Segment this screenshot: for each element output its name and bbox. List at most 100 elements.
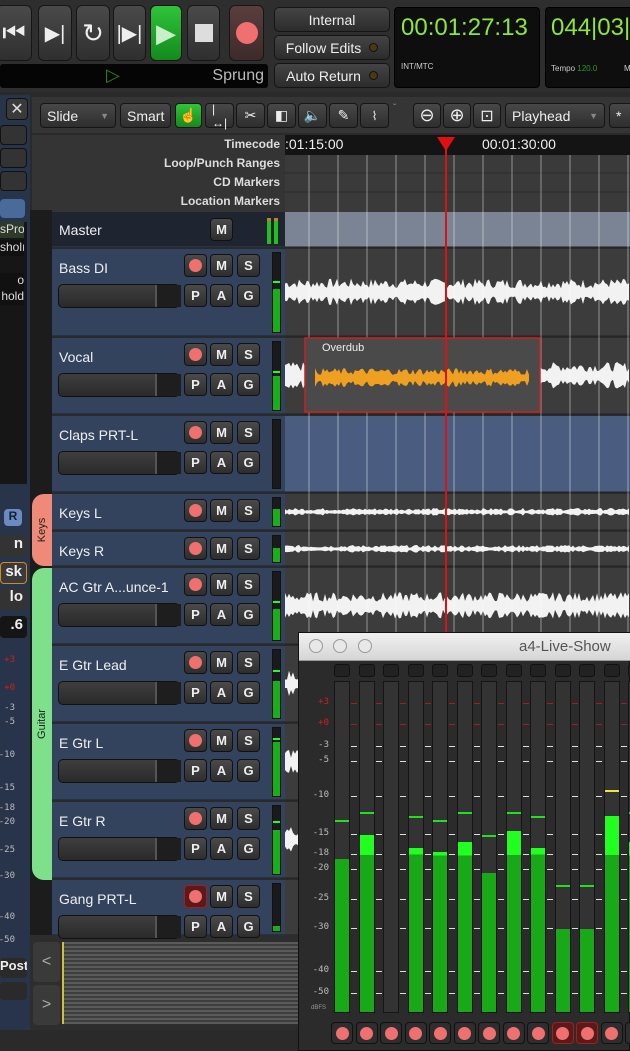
edit-mode-dropdown[interactable]: Slide ▼ bbox=[40, 103, 116, 128]
track-name[interactable]: E Gtr Lead bbox=[59, 657, 127, 673]
track-name[interactable]: Keys L bbox=[59, 505, 102, 521]
record-arm-button[interactable] bbox=[184, 499, 207, 522]
play-range-button[interactable]: |▶| bbox=[113, 5, 146, 61]
sidebar-selected-item[interactable] bbox=[0, 199, 25, 218]
group-tab-guitar[interactable]: Guitar bbox=[32, 568, 52, 880]
playlist-button[interactable]: P bbox=[184, 915, 207, 938]
track-name[interactable]: Claps PRT-L bbox=[59, 427, 138, 443]
marker-rulers[interactable] bbox=[285, 155, 630, 212]
gain-fader[interactable] bbox=[58, 915, 181, 939]
goto-end-button[interactable]: ▶| bbox=[38, 5, 72, 61]
track-lane[interactable] bbox=[285, 416, 630, 492]
meter-channel-button[interactable] bbox=[579, 664, 595, 677]
route-group-button[interactable]: G bbox=[237, 451, 260, 474]
route-group-button[interactable]: G bbox=[237, 837, 260, 860]
summary-next-button[interactable]: > bbox=[33, 985, 60, 1025]
zoom-session-button[interactable]: ⊡ bbox=[473, 103, 501, 128]
mute-button[interactable]: M bbox=[210, 885, 233, 908]
record-arm-button[interactable] bbox=[184, 421, 207, 444]
automation-button[interactable]: A bbox=[210, 759, 233, 782]
playlist-button[interactable]: P bbox=[184, 373, 207, 396]
meter-channel-button[interactable] bbox=[481, 664, 497, 677]
record-arm-button[interactable] bbox=[184, 343, 207, 366]
meter-channel-button[interactable] bbox=[407, 664, 424, 677]
mute-button[interactable]: M bbox=[210, 807, 233, 830]
zoom-window-button[interactable] bbox=[358, 639, 372, 653]
track-header[interactable]: Vocal M S P A G bbox=[52, 338, 285, 414]
mute-button[interactable]: M bbox=[210, 537, 233, 560]
automation-button[interactable]: A bbox=[210, 284, 233, 307]
route-group-button[interactable]: G bbox=[237, 915, 260, 938]
record-arm-button[interactable] bbox=[184, 885, 207, 908]
meter-record-button[interactable] bbox=[355, 1022, 378, 1044]
meter-channel-button[interactable] bbox=[383, 664, 399, 677]
zoom-in-button[interactable]: ⊕ bbox=[443, 103, 471, 128]
track-lane[interactable] bbox=[285, 212, 630, 247]
primary-clock[interactable]: 00:01:27:13 INT/MTC bbox=[394, 7, 540, 88]
record-arm-button[interactable] bbox=[184, 729, 207, 752]
meter-record-button[interactable] bbox=[625, 1022, 630, 1044]
minimize-window-button[interactable] bbox=[333, 639, 347, 653]
mute-button[interactable]: M bbox=[210, 254, 233, 277]
meter-record-button[interactable] bbox=[527, 1022, 549, 1044]
gain-fader[interactable] bbox=[58, 451, 181, 475]
play-button[interactable]: ▶ bbox=[150, 5, 182, 61]
plugin-slot[interactable]: hold bbox=[0, 289, 24, 305]
edit-point-dropdown[interactable]: Playhead ▼ bbox=[505, 103, 605, 128]
playlist-button[interactable]: P bbox=[184, 837, 207, 860]
meter-record-button[interactable] bbox=[429, 1022, 451, 1044]
zoom-out-button[interactable]: ⊖ bbox=[413, 103, 441, 128]
meter-channel-button[interactable] bbox=[432, 664, 448, 677]
automation-button[interactable]: A bbox=[210, 681, 233, 704]
window-titlebar[interactable]: a4-Live-Show bbox=[299, 633, 630, 661]
stop-button[interactable] bbox=[187, 5, 220, 61]
solo-button[interactable]: S bbox=[237, 651, 260, 674]
meter-channel-button[interactable] bbox=[554, 664, 571, 677]
playlist-button[interactable]: P bbox=[184, 451, 207, 474]
track-name[interactable]: Bass DI bbox=[59, 260, 108, 276]
group-tab-keys[interactable]: Keys bbox=[32, 494, 52, 566]
track-header[interactable]: E Gtr R MS PAG bbox=[52, 802, 285, 878]
strip-button[interactable] bbox=[0, 982, 27, 1000]
solo-button[interactable]: S bbox=[237, 807, 260, 830]
route-group-button[interactable]: G bbox=[237, 681, 260, 704]
chevron-down-icon[interactable]: ˇ bbox=[393, 103, 396, 114]
solo-button[interactable]: S bbox=[237, 537, 260, 560]
record-arm-button[interactable] bbox=[184, 537, 207, 560]
automation-button[interactable]: A bbox=[210, 915, 233, 938]
auto-return-button[interactable]: Auto Return bbox=[274, 63, 390, 88]
follow-edits-button[interactable]: Follow Edits bbox=[274, 35, 390, 60]
solo-button[interactable]: S bbox=[237, 254, 260, 277]
internal-edit-button[interactable]: ⌇ bbox=[360, 103, 389, 128]
solo-button[interactable]: S bbox=[237, 499, 260, 522]
playhead-marker-icon[interactable] bbox=[437, 137, 455, 151]
record-button[interactable] bbox=[229, 5, 264, 61]
meter-channel-button[interactable] bbox=[358, 664, 375, 677]
gain-fader[interactable] bbox=[58, 759, 181, 783]
track-header[interactable]: E Gtr Lead M S P A G bbox=[52, 646, 285, 722]
meter-channel-button[interactable] bbox=[456, 664, 473, 677]
sidebar-button[interactable] bbox=[0, 148, 27, 168]
playlist-button[interactable]: P bbox=[184, 759, 207, 782]
track-header[interactable]: Gang PRT-L M S P A G bbox=[52, 880, 285, 939]
meter-record-button[interactable] bbox=[551, 1022, 574, 1044]
meter-record-button[interactable] bbox=[576, 1022, 598, 1044]
playlist-button[interactable]: P bbox=[184, 603, 207, 626]
strip-button[interactable]: sk bbox=[0, 562, 27, 584]
meter-channel-button[interactable] bbox=[505, 664, 522, 677]
timecode-ruler[interactable]: :01:15:00 00:01:30:00 bbox=[285, 135, 630, 155]
track-header[interactable]: Keys R MS bbox=[52, 532, 285, 566]
nudge-clock-button[interactable]: * bbox=[609, 103, 630, 128]
mute-button[interactable]: M bbox=[210, 421, 233, 444]
mute-button[interactable]: M bbox=[210, 729, 233, 752]
close-sidebar-button[interactable]: ✕ bbox=[6, 98, 28, 120]
track-header[interactable]: Keys L MS bbox=[52, 494, 285, 530]
route-group-button[interactable]: G bbox=[237, 284, 260, 307]
track-header[interactable]: AC Gtr A...unce-1 M S P A G bbox=[52, 568, 285, 644]
route-group-button[interactable]: G bbox=[237, 759, 260, 782]
solo-button[interactable]: S bbox=[237, 729, 260, 752]
loop-button[interactable]: ↻ bbox=[76, 5, 110, 61]
track-name[interactable]: Master bbox=[59, 222, 102, 238]
input-button-r[interactable]: R bbox=[4, 509, 22, 526]
meter-record-button[interactable] bbox=[502, 1022, 525, 1044]
